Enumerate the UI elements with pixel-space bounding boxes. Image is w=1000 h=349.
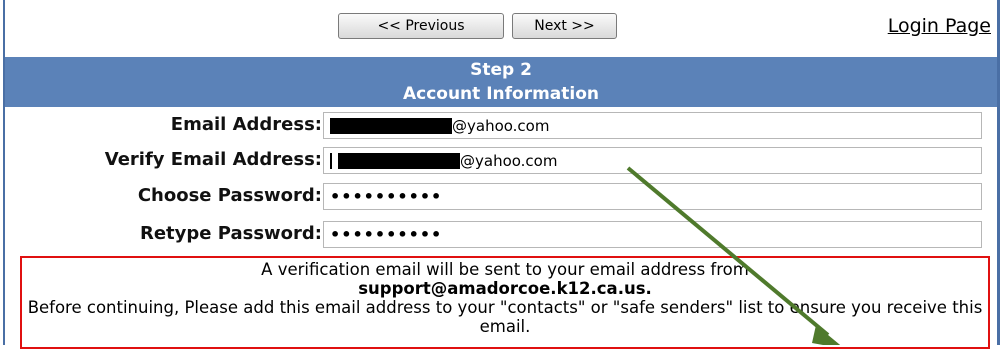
redaction-mark — [330, 117, 452, 134]
password-mask: •••••••••• — [330, 187, 443, 206]
email-domain: @yahoo.com — [452, 116, 550, 135]
next-button[interactable]: Next >> — [512, 13, 617, 39]
retype-password-row: Retype Password: •••••••••• — [5, 219, 997, 249]
redaction-mark-start — [330, 152, 332, 169]
login-page-link[interactable]: Login Page — [888, 15, 991, 37]
verify-email-domain: @yahoo.com — [460, 151, 558, 170]
retype-password-label: Retype Password: — [139, 223, 322, 244]
verification-notice: A verification email will be sent to you… — [20, 256, 990, 349]
previous-button[interactable]: << Previous — [338, 13, 504, 39]
email-row: Email Address: @yahoo.com — [5, 110, 997, 140]
redaction-mark — [338, 152, 460, 169]
step-header: Step 2 Account Information — [5, 57, 997, 107]
support-email: support@amadorcoe.k12.ca.us. — [358, 279, 652, 298]
password-row: Choose Password: •••••••••• — [5, 181, 997, 211]
verify-email-field[interactable]: @yahoo.com — [323, 147, 982, 174]
retype-password-mask: •••••••••• — [330, 225, 443, 244]
password-field[interactable]: •••••••••• — [323, 183, 982, 210]
retype-password-field[interactable]: •••••••••• — [323, 221, 982, 248]
section-title: Account Information — [402, 84, 600, 104]
notice-instructions: Before continuing, Please add this email… — [27, 298, 983, 336]
password-label: Choose Password: — [137, 185, 322, 206]
email-field[interactable]: @yahoo.com — [323, 112, 982, 139]
notice-line-1: A verification email will be sent to you… — [261, 260, 749, 279]
verify-email-row: Verify Email Address: @yahoo.com — [5, 145, 997, 175]
verify-email-label: Verify Email Address: — [104, 149, 322, 170]
step-number: Step 2 — [470, 60, 532, 80]
email-label: Email Address: — [170, 114, 322, 135]
